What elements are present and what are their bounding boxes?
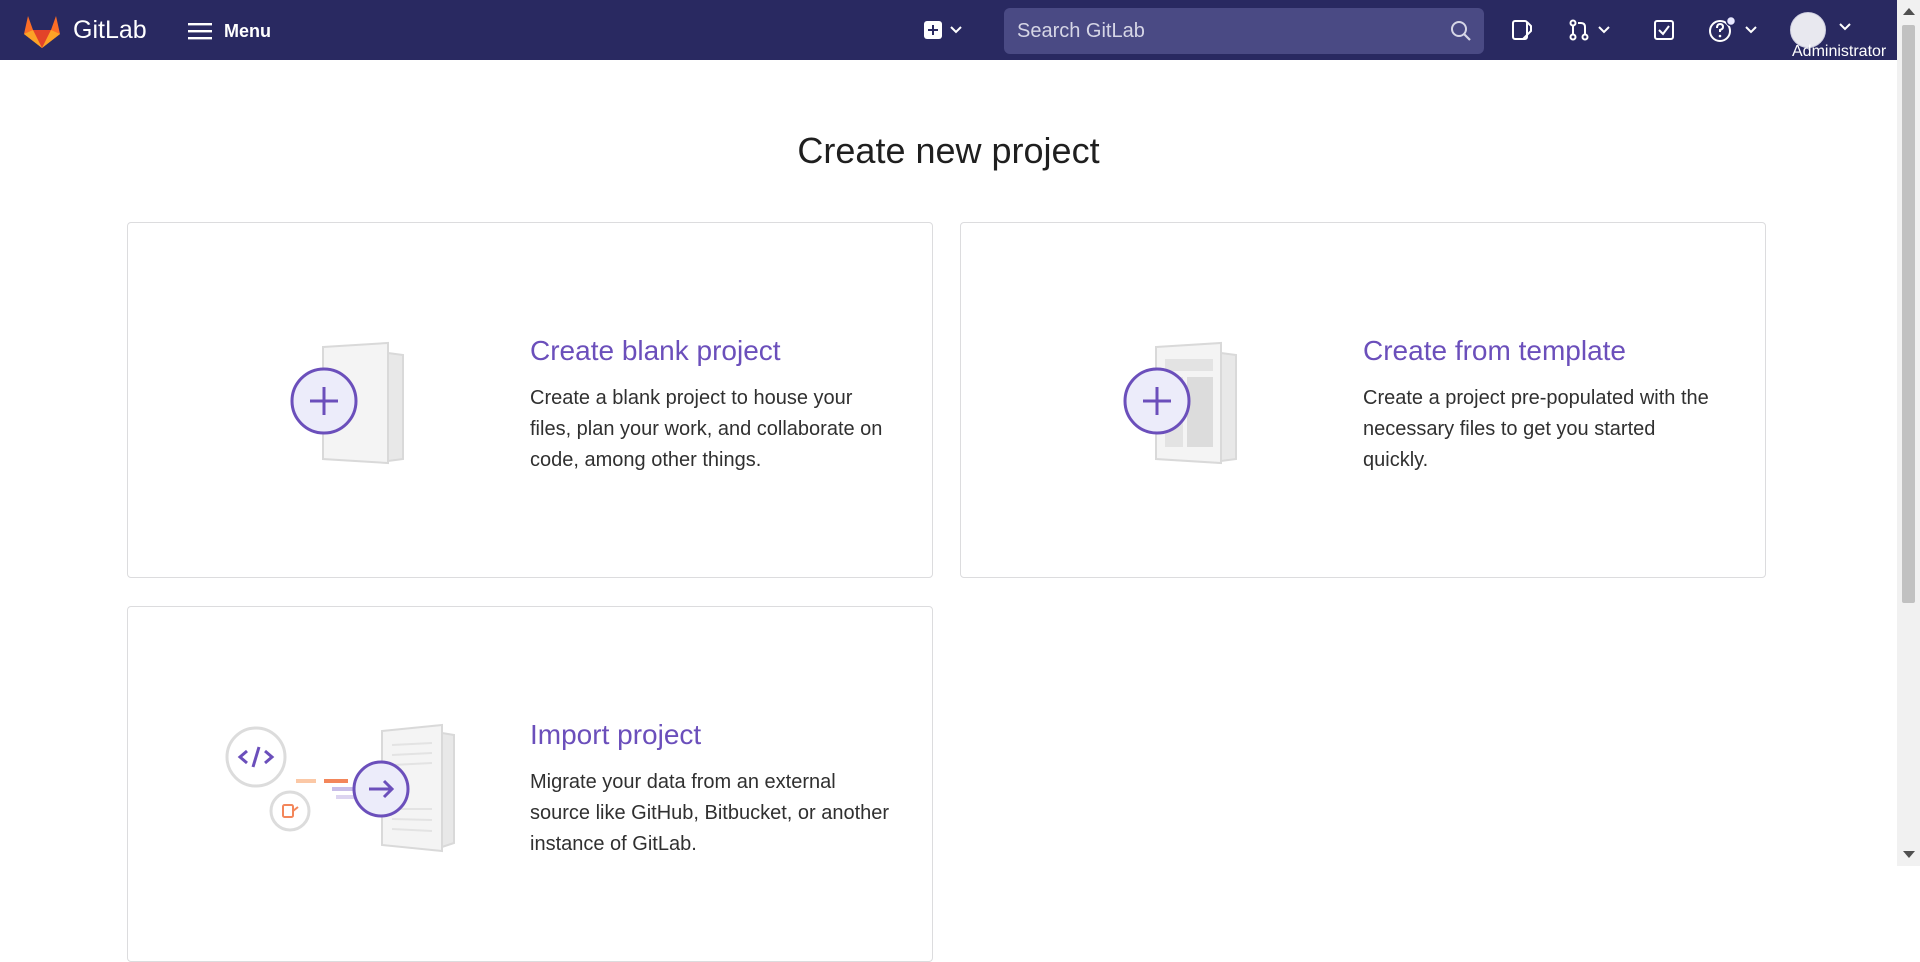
chevron-down-icon — [950, 26, 962, 34]
chevron-down-icon — [1598, 26, 1610, 34]
blank-project-illustration-icon — [290, 341, 404, 465]
new-dropdown-button[interactable] — [923, 14, 963, 46]
card-title[interactable]: Create from template — [1363, 335, 1626, 367]
create-from-template-card[interactable]: Create from template Create a project pr… — [960, 222, 1766, 578]
card-title[interactable]: Import project — [530, 719, 701, 751]
help-button[interactable] — [1708, 14, 1758, 46]
import-project-card[interactable]: Import project Migrate your data from an… — [127, 606, 933, 962]
search-input[interactable] — [1004, 8, 1437, 54]
gitlab-logo[interactable] — [22, 12, 62, 50]
chevron-down-icon — [1839, 23, 1851, 31]
card-description: Migrate your data from an external sourc… — [530, 771, 890, 855]
template-illustration-icon — [1123, 341, 1237, 465]
vertical-scrollbar[interactable] — [1897, 0, 1920, 866]
merge-requests-button[interactable] — [1567, 14, 1611, 46]
menu-button[interactable]: Menu — [188, 16, 271, 46]
scroll-down-arrow-icon[interactable] — [1903, 851, 1915, 858]
top-navbar: GitLab Menu Search GitLab Administrator — [0, 0, 1897, 60]
menu-label: Menu — [224, 20, 271, 41]
hamburger-icon — [188, 23, 212, 40]
brand-name[interactable]: GitLab — [73, 16, 147, 45]
search-icon[interactable] — [1450, 20, 1472, 42]
plus-square-icon — [924, 21, 942, 39]
create-blank-project-card[interactable]: Create blank project Create a blank proj… — [127, 222, 933, 578]
chevron-down-icon — [1745, 26, 1757, 34]
page-title: Create new project — [797, 130, 1100, 171]
todos-button[interactable] — [1652, 14, 1676, 46]
issues-icon — [1512, 20, 1532, 40]
help-icon — [1709, 16, 1737, 42]
card-description: Create a project pre-populated with the … — [1363, 387, 1709, 471]
todo-icon — [1654, 20, 1674, 40]
merge-request-icon — [1569, 19, 1589, 41]
card-title[interactable]: Create blank project — [530, 335, 781, 367]
scroll-thumb[interactable] — [1902, 25, 1915, 603]
issues-button[interactable] — [1510, 14, 1534, 46]
user-name: Administrator — [1792, 43, 1887, 60]
search-box — [1004, 8, 1484, 54]
import-illustration-icon — [225, 723, 455, 853]
card-description: Create a blank project to house your fil… — [530, 387, 883, 471]
scroll-up-arrow-icon[interactable] — [1903, 8, 1915, 15]
